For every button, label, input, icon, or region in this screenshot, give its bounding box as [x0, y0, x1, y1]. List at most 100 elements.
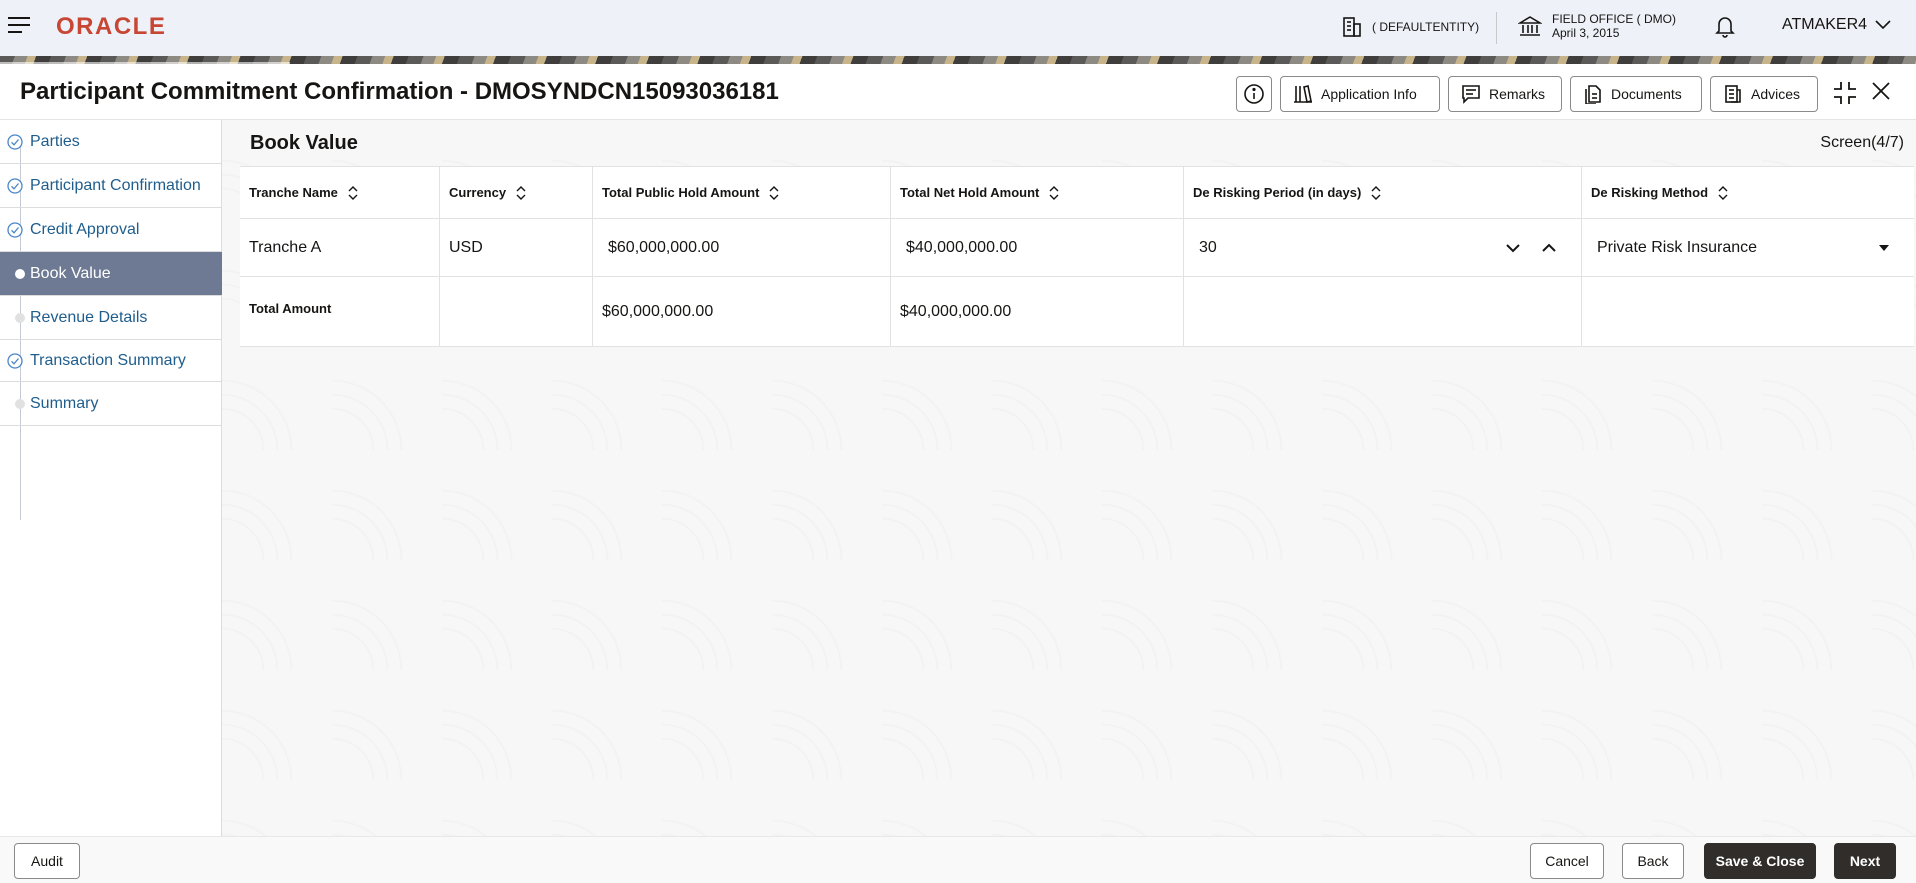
- topbar-divider: [1496, 12, 1497, 44]
- building-icon: [1343, 17, 1361, 37]
- comment-icon: [1462, 85, 1480, 104]
- documents-button[interactable]: Documents: [1570, 76, 1702, 112]
- sort-icon[interactable]: [348, 185, 358, 200]
- total-net-hold-amount-total: $40,000,000.00: [891, 277, 1184, 346]
- office-selector[interactable]: FIELD OFFICE ( DMO) April 3, 2015: [1518, 12, 1676, 40]
- bank-icon: [1518, 16, 1542, 36]
- de-risking-period-stepper[interactable]: 30: [1184, 219, 1582, 276]
- active-step-dot-icon: [15, 268, 25, 279]
- remarks-button[interactable]: Remarks: [1448, 76, 1562, 112]
- audit-button[interactable]: Audit: [14, 843, 80, 879]
- column-header-total-net-hold-amount[interactable]: Total Net Hold Amount: [891, 167, 1184, 218]
- column-header-label: Tranche Name: [249, 185, 338, 200]
- next-button[interactable]: Next: [1834, 843, 1896, 879]
- total-amount-label: Total Amount: [249, 301, 332, 316]
- remarks-label: Remarks: [1489, 86, 1546, 102]
- total-public-hold-amount-input[interactable]: $60,000,000.00: [593, 219, 891, 276]
- close-icon[interactable]: [1870, 80, 1892, 102]
- column-header-label: Total Public Hold Amount: [602, 185, 760, 200]
- application-info-button[interactable]: Application Info: [1280, 76, 1440, 112]
- notification-bell-icon[interactable]: [1714, 14, 1736, 38]
- top-bar: ORACLE ( DEFAULTENTITY) FIELD OFFICE ( D…: [0, 0, 1916, 56]
- select-value: Private Risk Insurance: [1597, 238, 1758, 256]
- footer-bar: Audit Cancel Back Save & Close Next: [0, 836, 1916, 883]
- sort-icon[interactable]: [1371, 185, 1381, 200]
- collapse-icon[interactable]: [1832, 80, 1858, 106]
- cancel-button[interactable]: Cancel: [1530, 843, 1604, 879]
- train-stop-sidebar: Parties Participant Confirmation Credit …: [0, 120, 222, 836]
- application-info-label: Application Info: [1321, 86, 1417, 102]
- sidebar-item-book-value[interactable]: Book Value: [0, 252, 222, 296]
- input-value: $40,000,000.00: [906, 238, 1018, 256]
- pending-step-dot-icon: [15, 398, 25, 409]
- empty-cell: [1184, 277, 1582, 346]
- caret-down-icon: [1879, 244, 1889, 251]
- check-circle-icon: [7, 133, 23, 150]
- advices-button[interactable]: Advices: [1710, 76, 1818, 112]
- sidebar-item-label: Book Value: [30, 264, 111, 282]
- entity-label: ( DEFAULTENTITY): [1372, 20, 1480, 34]
- user-menu[interactable]: ATMAKER4: [1782, 16, 1891, 34]
- chevron-down-icon: [1875, 20, 1891, 30]
- check-circle-icon: [7, 221, 23, 238]
- currency-cell: USD: [440, 219, 593, 276]
- column-header-total-public-hold-amount[interactable]: Total Public Hold Amount: [593, 167, 891, 218]
- column-header-de-risking-period[interactable]: De Risking Period (in days): [1184, 167, 1582, 218]
- sidebar-item-label: Credit Approval: [30, 220, 140, 238]
- save-and-close-button[interactable]: Save & Close: [1704, 843, 1816, 879]
- page-header: Participant Commitment Confirmation - DM…: [0, 64, 1916, 120]
- oracle-logo: ORACLE: [56, 13, 167, 40]
- increment-chevron-up-icon[interactable]: [1541, 243, 1557, 253]
- sidebar-item-label: Parties: [30, 132, 80, 150]
- info-icon: [1244, 84, 1264, 104]
- sidebar-item-transaction-summary[interactable]: Transaction Summary: [0, 340, 222, 382]
- table-header-row: Tranche Name Currency Total Public Hold …: [240, 167, 1914, 219]
- column-header-label: Currency: [449, 185, 507, 200]
- check-circle-icon: [7, 352, 23, 369]
- documents-icon: [1585, 85, 1601, 104]
- check-circle-icon: [7, 177, 23, 194]
- sidebar-item-label: Revenue Details: [30, 308, 148, 326]
- sidebar-item-credit-approval[interactable]: Credit Approval: [0, 208, 222, 252]
- pending-step-dot-icon: [15, 312, 25, 323]
- tranche-name-cell: Tranche A: [240, 219, 440, 276]
- sidebar-item-label: Summary: [30, 394, 99, 412]
- table-total-row: Total Amount $60,000,000.00 $40,000,000.…: [240, 277, 1914, 347]
- total-net-hold-amount-input[interactable]: $40,000,000.00: [891, 219, 1184, 276]
- de-risking-method-select[interactable]: Private Risk Insurance: [1582, 219, 1914, 276]
- info-button[interactable]: [1236, 76, 1272, 112]
- office-date: April 3, 2015: [1552, 26, 1620, 40]
- input-value: 30: [1199, 238, 1217, 256]
- column-header-label: De Risking Method: [1591, 185, 1709, 200]
- decrement-chevron-down-icon[interactable]: [1505, 243, 1521, 253]
- back-button[interactable]: Back: [1622, 843, 1684, 879]
- total-public-hold-amount-total: $60,000,000.00: [593, 277, 891, 346]
- section-title: Book Value: [250, 132, 358, 154]
- table-row: Tranche A USD $60,000,000.00 $40,000,000…: [240, 219, 1914, 277]
- advices-label: Advices: [1751, 86, 1801, 102]
- sidebar-item-label: Transaction Summary: [30, 351, 186, 369]
- column-header-label: Total Net Hold Amount: [900, 185, 1040, 200]
- sort-icon[interactable]: [1718, 185, 1728, 200]
- screen-indicator: Screen(4/7): [1820, 134, 1904, 151]
- entity-selector[interactable]: ( DEFAULTENTITY): [1342, 14, 1479, 40]
- sort-icon[interactable]: [1049, 185, 1059, 200]
- sidebar-item-parties[interactable]: Parties: [0, 120, 222, 164]
- input-value: $60,000,000.00: [608, 238, 720, 256]
- empty-cell: [440, 277, 593, 346]
- column-header-tranche-name[interactable]: Tranche Name: [240, 167, 440, 218]
- empty-cell: [1582, 277, 1914, 346]
- column-header-label: De Risking Period (in days): [1193, 185, 1362, 200]
- sort-icon[interactable]: [769, 185, 779, 200]
- book-value-table: Tranche Name Currency Total Public Hold …: [240, 166, 1914, 347]
- column-header-currency[interactable]: Currency: [440, 167, 593, 218]
- sidebar-item-summary[interactable]: Summary: [0, 382, 222, 426]
- page-title: Participant Commitment Confirmation - DM…: [20, 78, 779, 105]
- sort-icon[interactable]: [516, 185, 526, 200]
- office-name: FIELD OFFICE ( DMO): [1552, 12, 1676, 26]
- main-content: Book Value Screen(4/7) Tranche Name Curr…: [222, 120, 1916, 836]
- sidebar-item-revenue-details[interactable]: Revenue Details: [0, 296, 222, 340]
- hamburger-menu-icon[interactable]: [8, 17, 32, 37]
- sidebar-item-participant-confirmation[interactable]: Participant Confirmation: [0, 164, 222, 208]
- column-header-de-risking-method[interactable]: De Risking Method: [1582, 167, 1914, 218]
